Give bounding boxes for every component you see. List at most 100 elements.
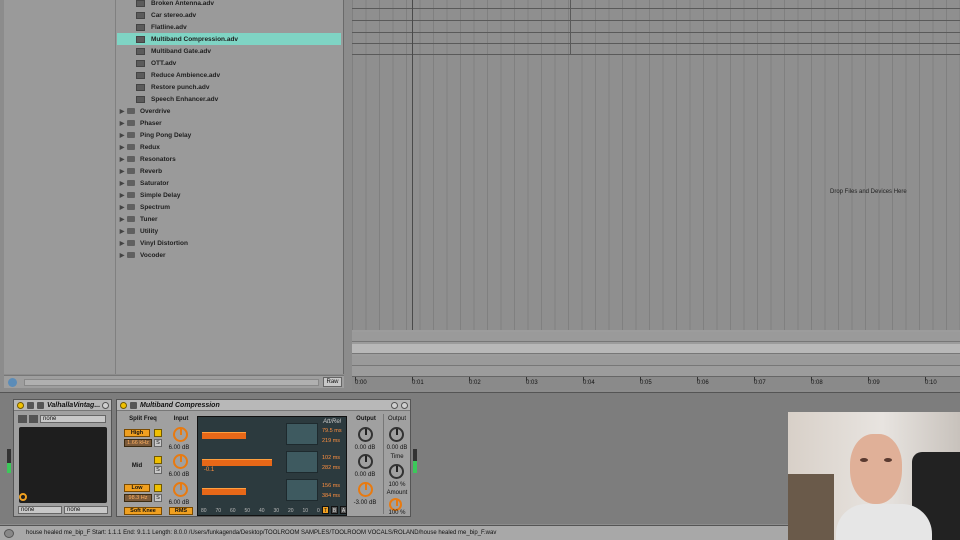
- att-mid[interactable]: 102 ms: [322, 455, 340, 461]
- valhalla-wrench-icon[interactable]: [37, 401, 44, 409]
- person-head: [850, 434, 902, 504]
- valhalla-play-icon[interactable]: [18, 415, 27, 423]
- browser-folder-item[interactable]: ▶ Tuner: [117, 213, 341, 225]
- rel-low[interactable]: 384 ms: [322, 493, 340, 499]
- low-band-level[interactable]: [202, 488, 246, 495]
- mid-solo-button[interactable]: S: [154, 466, 162, 474]
- input-low-knob[interactable]: [173, 482, 188, 497]
- valhalla-title: ValhallaVintag...: [47, 401, 101, 409]
- mid-band-enable-icon[interactable]: [154, 456, 162, 464]
- browser-item-label: Resonators: [140, 155, 176, 163]
- preview-waveform[interactable]: [24, 379, 319, 386]
- mid-band-level[interactable]: [202, 459, 272, 466]
- att-high[interactable]: 79.5 ms: [322, 428, 342, 434]
- browser-file-item[interactable]: Flatline.adv: [117, 21, 341, 33]
- expand-arrow-icon[interactable]: ▶: [117, 228, 127, 235]
- expand-arrow-icon[interactable]: ▶: [117, 156, 127, 163]
- time-ruler[interactable]: 0:00 0:01 0:02 0:03 0:04 0:05 0:06 0:07 0:08 0:09…: [352, 376, 960, 390]
- expand-arrow-icon[interactable]: ▶: [117, 216, 127, 223]
- multiband-power-icon[interactable]: [120, 401, 127, 409]
- browser-file-item[interactable]: Reduce Ambience.adv: [117, 69, 341, 81]
- expand-arrow-icon[interactable]: ▶: [117, 240, 127, 247]
- browser-folder-item[interactable]: ▶ Utility: [117, 225, 341, 237]
- multiband-fold-icon[interactable]: [130, 401, 137, 409]
- multiband-close-icon[interactable]: [401, 402, 408, 409]
- high-band-level[interactable]: [202, 432, 246, 439]
- track-divider: [352, 54, 960, 55]
- expand-arrow-icon[interactable]: ▶: [117, 120, 127, 127]
- high-solo-button[interactable]: S: [154, 439, 162, 447]
- valhalla-plugin-window[interactable]: [19, 427, 107, 503]
- browser-folder-item[interactable]: ▶ Spectrum: [117, 201, 341, 213]
- mode-b-button[interactable]: B: [331, 506, 338, 514]
- browser-folder-item[interactable]: ▶ Resonators: [117, 153, 341, 165]
- valhalla-close-icon[interactable]: [102, 402, 109, 409]
- browser-folder-item[interactable]: ▶ Overdrive: [117, 105, 341, 117]
- lane[interactable]: [352, 332, 960, 342]
- low-band-button[interactable]: Low: [124, 484, 150, 492]
- expand-arrow-icon[interactable]: ▶: [117, 204, 127, 211]
- browser-folder-item[interactable]: ▶ Vinyl Distortion: [117, 237, 341, 249]
- valhalla-midi-icon[interactable]: [29, 415, 38, 423]
- browser-folder-item[interactable]: ▶ Redux: [117, 141, 341, 153]
- browser-item-label: Simple Delay: [140, 191, 181, 199]
- valhalla-select-right[interactable]: none: [64, 506, 108, 514]
- high-split-freq[interactable]: 1.66 kHz: [124, 439, 152, 447]
- folder-icon: [127, 168, 135, 174]
- browser-folder-item[interactable]: ▶ Simple Delay: [117, 189, 341, 201]
- expand-arrow-icon[interactable]: ▶: [117, 252, 127, 259]
- expand-arrow-icon[interactable]: ▶: [117, 180, 127, 187]
- high-band-button[interactable]: High: [124, 429, 150, 437]
- preview-play-icon[interactable]: [8, 378, 17, 387]
- browser-folder-item[interactable]: ▶ Reverb: [117, 165, 341, 177]
- track-area[interactable]: Drop Files and Devices Here: [352, 0, 960, 330]
- output-mid-knob[interactable]: [358, 454, 373, 469]
- browser-folder-item[interactable]: ▶ Saturator: [117, 177, 341, 189]
- browser-file-item[interactable]: Restore punch.adv: [117, 81, 341, 93]
- multiband-hot-swap-icon[interactable]: [391, 402, 398, 409]
- lane[interactable]: [352, 356, 960, 366]
- browser-file-item[interactable]: OTT.adv: [117, 57, 341, 69]
- expand-arrow-icon[interactable]: ▶: [117, 168, 127, 175]
- rel-high[interactable]: 219 ms: [322, 438, 340, 444]
- output-high-knob[interactable]: [358, 427, 373, 442]
- time-knob[interactable]: [389, 464, 404, 479]
- rel-mid[interactable]: 282 ms: [322, 465, 340, 471]
- expand-arrow-icon[interactable]: ▶: [117, 108, 127, 115]
- mode-a-button[interactable]: A: [340, 506, 347, 514]
- browser-file-item[interactable]: Speech Enhancer.adv: [117, 93, 341, 105]
- browser-folder-item[interactable]: ▶ Phaser: [117, 117, 341, 129]
- valhalla-fold-icon[interactable]: [27, 401, 34, 409]
- lane[interactable]: [352, 344, 960, 354]
- browser-folder-item[interactable]: ▶ Ping Pong Delay: [117, 129, 341, 141]
- valhalla-power-icon[interactable]: [17, 401, 24, 409]
- high-band-enable-icon[interactable]: [154, 429, 162, 437]
- att-low[interactable]: 156 ms: [322, 483, 340, 489]
- browser-item-label: Multiband Gate.adv: [151, 47, 211, 55]
- output-mid-value: 0.00 dB: [354, 472, 376, 478]
- mode-t-button[interactable]: T: [322, 506, 329, 514]
- browser-folder-item[interactable]: ▶ Vocoder: [117, 249, 341, 261]
- browser-file-item[interactable]: Broken Antenna.adv: [117, 0, 341, 9]
- expand-arrow-icon[interactable]: ▶: [117, 144, 127, 151]
- browser-file-item[interactable]: Multiband Gate.adv: [117, 45, 341, 57]
- rms-button[interactable]: RMS: [169, 507, 193, 515]
- low-solo-button[interactable]: S: [154, 494, 162, 502]
- expand-arrow-icon[interactable]: ▶: [117, 132, 127, 139]
- input-mid-knob[interactable]: [173, 454, 188, 469]
- expand-arrow-icon[interactable]: ▶: [117, 192, 127, 199]
- valhalla-preset[interactable]: none: [40, 415, 106, 423]
- output-low-knob[interactable]: [358, 482, 373, 497]
- valhalla-select-left[interactable]: none: [18, 506, 62, 514]
- status-play-icon[interactable]: [4, 529, 14, 538]
- browser-file-item[interactable]: Car stereo.adv: [117, 9, 341, 21]
- soft-knee-button[interactable]: Soft Knee: [124, 507, 162, 515]
- low-band-enable-icon[interactable]: [154, 484, 162, 492]
- master-output-knob[interactable]: [389, 427, 404, 442]
- input-high-knob[interactable]: [173, 427, 188, 442]
- low-split-freq[interactable]: 98.3 Hz: [124, 494, 152, 502]
- browser-file-item[interactable]: Multiband Compression.adv: [117, 33, 341, 45]
- multiband-display[interactable]: Att/Rel -0.1 79.5 ms 219 ms 102 ms 282 m…: [197, 416, 347, 516]
- raw-button[interactable]: Raw: [323, 377, 342, 387]
- webcam-overlay: [788, 412, 960, 540]
